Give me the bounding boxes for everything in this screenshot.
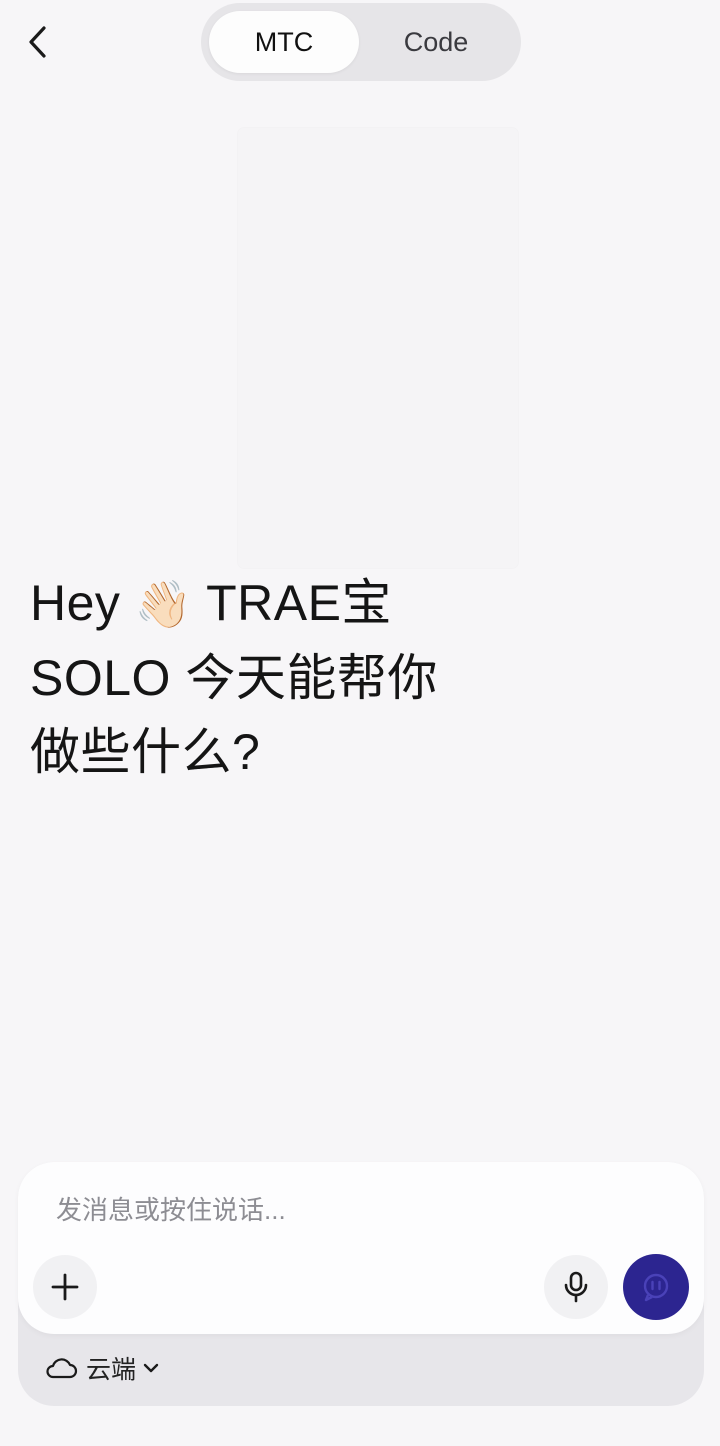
greeting-hey: Hey	[30, 575, 121, 631]
send-button[interactable]	[623, 1254, 689, 1320]
background-panel	[238, 128, 518, 568]
plus-icon	[51, 1273, 79, 1301]
chevron-down-icon	[143, 1363, 159, 1373]
send-icon	[643, 1273, 669, 1302]
greeting-line-2: SOLO 今天能帮你	[30, 650, 438, 706]
greeting-text: Hey 👋🏻 TRAE宝 SOLO 今天能帮你 做些什么?	[30, 566, 590, 789]
voice-input-button[interactable]	[544, 1255, 608, 1319]
wave-emoji-icon: 👋🏻	[134, 578, 193, 630]
greeting-line-1: Hey 👋🏻 TRAE宝	[30, 566, 590, 641]
mode-selector-dropdown[interactable]: 云端	[44, 1346, 160, 1390]
message-input[interactable]	[54, 1186, 658, 1234]
greeting-name: TRAE宝	[206, 575, 392, 631]
greeting-line-3: 做些什么?	[30, 724, 261, 780]
add-attachment-button[interactable]	[33, 1255, 97, 1319]
mode-segmented-control: MTC Code	[201, 3, 521, 81]
screen: MTC Code Hey 👋🏻 TRAE宝 SOLO 今天能帮你 做些什么? 发…	[0, 0, 720, 1446]
cloud-icon	[46, 1358, 78, 1379]
tab-code[interactable]: Code	[361, 11, 511, 73]
tab-mtc[interactable]: MTC	[209, 11, 359, 73]
mode-label: 云端	[86, 1356, 137, 1384]
back-button[interactable]	[16, 20, 60, 64]
chevron-left-icon	[29, 26, 46, 58]
microphone-icon	[564, 1271, 588, 1303]
